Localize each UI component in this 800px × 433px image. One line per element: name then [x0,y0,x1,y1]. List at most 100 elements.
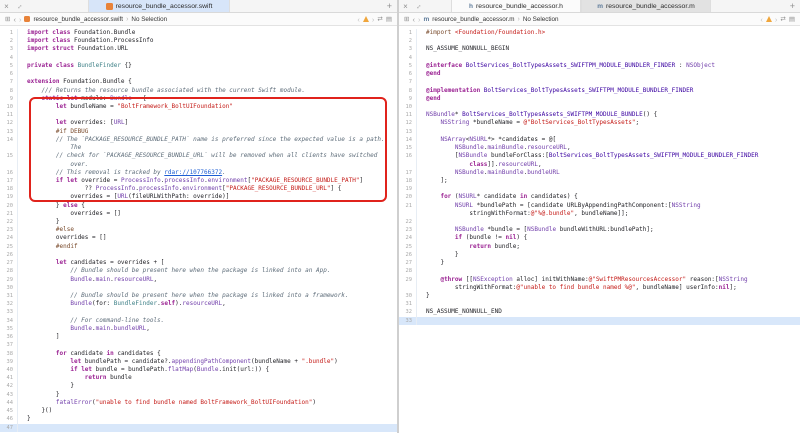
previous-issue-icon[interactable]: ‹ [760,15,763,24]
code-line[interactable]: 22 [399,218,800,226]
code-line[interactable]: 29 Bundle.main.resourceURL, [0,276,397,284]
code-line[interactable]: 29 @throw [[NSException alloc] initWithN… [399,276,800,284]
tab-resource-bundle-accessor-m[interactable]: m resource_bundle_accessor.m [581,0,711,12]
code-line[interactable]: 19 [399,185,800,193]
code-line[interactable]: over. [0,161,397,169]
breadcrumb-file[interactable]: resource_bundle_accessor.swift [33,16,123,23]
code-line[interactable]: 8 /// Returns the resource bundle associ… [0,87,397,95]
code-line[interactable]: 15 NSBundle.mainBundle.resourceURL, [399,144,800,152]
code-line[interactable]: 28 // Bundle should be present here when… [0,267,397,275]
next-issue-icon[interactable]: › [775,15,778,24]
current-line[interactable]: 47 [0,424,397,432]
code-line[interactable]: 41 return bundle [0,374,397,382]
code-line[interactable]: 13 [399,128,800,136]
code-line[interactable]: 25 #endif [0,243,397,251]
code-line[interactable]: 45 }() [0,407,397,415]
code-line[interactable]: 4 [399,54,800,62]
forward-button[interactable]: › [418,15,421,24]
code-line[interactable]: 7 [399,78,800,86]
code-line[interactable]: stringWithFormat:@"%@.bundle", bundleNam… [399,210,800,218]
code-line[interactable]: 36 ] [0,333,397,341]
forward-button[interactable]: › [19,15,22,24]
code-line[interactable]: 33 [0,308,397,316]
code-line[interactable]: 32 Bundle(for: BundleFinder.self).resour… [0,300,397,308]
code-line[interactable]: 22 } [0,218,397,226]
back-button[interactable]: ‹ [412,15,415,24]
code-line[interactable]: 23 NSBundle *bundle = [NSBundle bundleWi… [399,226,800,234]
expand-editor-icon[interactable]: ↔ [13,0,26,12]
code-line[interactable]: 2 [399,37,800,45]
code-line[interactable]: 31 [399,300,800,308]
code-line[interactable]: 24 overrides = [] [0,234,397,242]
code-line[interactable]: 30 [0,284,397,292]
code-line[interactable]: 44 fatalError("unable to find bundle nam… [0,399,397,407]
code-line[interactable]: 16 [NSBundle bundleForClass:[BoltService… [399,152,800,160]
code-line[interactable]: 17 NSBundle.mainBundle.bundleURL [399,169,800,177]
code-line[interactable]: 24 if (bundle != nil) { [399,234,800,242]
tab-resource-bundle-accessor-h[interactable]: h resource_bundle_accessor.h [451,0,581,12]
code-line[interactable]: 37 [0,341,397,349]
code-line[interactable]: 27 let candidates = overrides + [ [0,259,397,267]
tab-resource-bundle-accessor-swift[interactable]: resource_bundle_accessor.swift [88,0,230,12]
code-line[interactable]: 42 } [0,382,397,390]
code-line[interactable]: 23 #else [0,226,397,234]
code-line[interactable]: 18 ]; [399,177,800,185]
warning-icon[interactable] [363,16,369,22]
editor-options-icon[interactable]: ▤ [789,15,795,23]
code-line[interactable]: 17 if let override = ProcessInfo.process… [0,177,397,185]
code-line[interactable]: 5@interface BoltServices_BoltTypesAssets… [399,62,800,70]
code-line[interactable]: 14 // The `PACKAGE_RESOURCE_BUNDLE_PATH`… [0,136,397,144]
code-line[interactable]: 13 #if DEBUG [0,128,397,136]
code-line[interactable]: 6@end [399,70,800,78]
code-line[interactable]: 34 // For command-line tools. [0,317,397,325]
related-items-icon[interactable]: ⊞ [404,15,409,23]
code-line[interactable]: 4 [0,54,397,62]
code-line[interactable]: 40 if let bundle = bundlePath.flatMap(Bu… [0,366,397,374]
code-line[interactable]: 1import class Foundation.Bundle [0,29,397,37]
code-line[interactable]: class]].resourceURL, [399,161,800,169]
code-line[interactable]: 3import struct Foundation.URL [0,45,397,53]
expand-editor-icon[interactable]: ↔ [412,0,425,12]
code-line[interactable]: 8@implementation BoltServices_BoltTypesA… [399,87,800,95]
code-line[interactable]: 5private class BundleFinder {} [0,62,397,70]
code-line[interactable]: 19 overrides = [URL(fileURLWithPath: ove… [0,193,397,201]
current-line[interactable]: 33 [399,317,800,325]
code-line[interactable]: 14 NSArray<NSURL*> *candidates = @[ [399,136,800,144]
close-editor-icon[interactable]: × [399,0,412,12]
code-line[interactable]: 11 [0,111,397,119]
code-line[interactable]: 38 for candidate in candidates { [0,350,397,358]
back-button[interactable]: ‹ [13,15,16,24]
code-line[interactable]: 21 overrides = [] [0,210,397,218]
breadcrumb-selection[interactable]: No Selection [523,16,559,23]
code-line[interactable]: The [0,144,397,152]
code-line[interactable]: 31 // Bundle should be present here when… [0,292,397,300]
code-line[interactable]: 12 let overrides: [URL] [0,119,397,127]
code-line[interactable]: 28 [399,267,800,275]
add-tab-button[interactable]: + [387,2,392,11]
code-line[interactable]: 25 return bundle; [399,243,800,251]
code-line[interactable]: 46} [0,415,397,423]
previous-issue-icon[interactable]: ‹ [357,15,360,24]
warning-icon[interactable] [766,16,772,22]
code-line[interactable]: 26 } [399,251,800,259]
code-line[interactable]: 27 } [399,259,800,267]
breadcrumb-selection[interactable]: No Selection [131,16,167,23]
next-issue-icon[interactable]: › [372,15,375,24]
add-tab-button[interactable]: + [790,2,795,11]
code-line[interactable]: 2import class Foundation.ProcessInfo [0,37,397,45]
code-line[interactable]: 10 [399,103,800,111]
code-line[interactable]: 1#import <Foundation/Foundation.h> [399,29,800,37]
code-line[interactable]: 30} [399,292,800,300]
code-line[interactable]: 35 Bundle.main.bundleURL, [0,325,397,333]
left-code-editor[interactable]: 1import class Foundation.Bundle2import c… [0,27,397,433]
code-line[interactable]: 15 // check for `PACKAGE_RESOURCE_BUNDLE… [0,152,397,160]
close-editor-icon[interactable]: × [0,0,13,12]
right-code-editor[interactable]: 1#import <Foundation/Foundation.h>23NS_A… [399,27,800,433]
code-line[interactable]: 16 // This removal is tracked by rdar://… [0,169,397,177]
code-line[interactable]: 39 let bundlePath = candidate?.appending… [0,358,397,366]
code-line[interactable]: stringWithFormat:@"unable to find bundle… [399,284,800,292]
editor-options-icon[interactable]: ▤ [386,15,392,23]
code-line[interactable]: 11NSBundle* BoltServices_BoltTypesAssets… [399,111,800,119]
code-line[interactable]: 7extension Foundation.Bundle { [0,78,397,86]
code-line[interactable]: 9 static let module: Bundle = { [0,95,397,103]
